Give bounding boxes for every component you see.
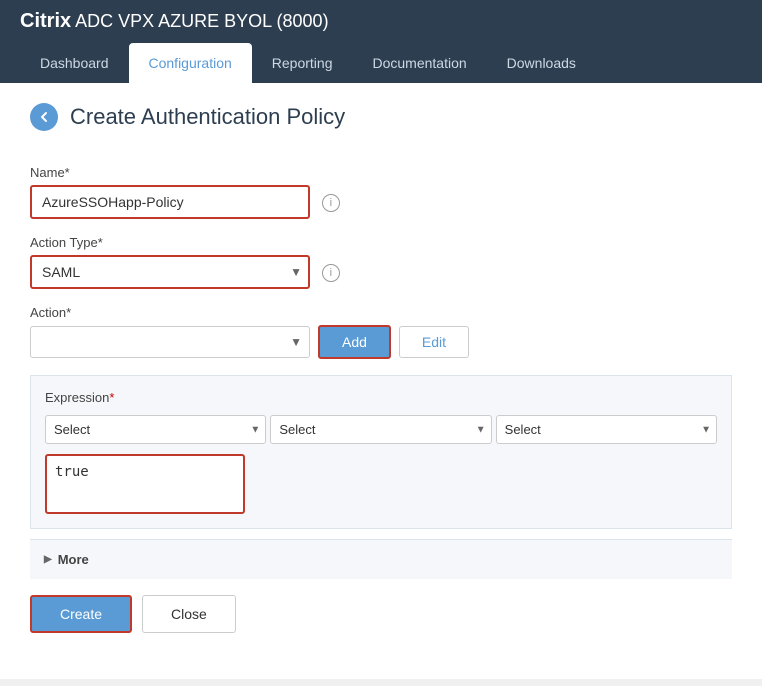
page-content: Create Authentication Policy Name* i Act… [0, 83, 762, 679]
action-type-group: Action Type* SAML LDAP RADIUS Certificat… [30, 235, 732, 289]
name-group: Name* i [30, 165, 732, 219]
form-buttons: Create Close [30, 579, 732, 649]
more-chevron-icon: ▶ [44, 554, 52, 565]
action-type-info-icon[interactable]: i [322, 264, 340, 282]
action-type-select[interactable]: SAML LDAP RADIUS Certificate [30, 255, 310, 289]
name-input[interactable] [30, 185, 310, 219]
expression-select2-wrapper: Select ▼ [270, 415, 491, 444]
action-row: ▼ Add Edit [30, 325, 732, 359]
action-select[interactable] [30, 326, 310, 358]
edit-button[interactable]: Edit [399, 326, 469, 358]
nav-reporting[interactable]: Reporting [252, 43, 353, 83]
create-button[interactable]: Create [30, 595, 132, 633]
nav-configuration[interactable]: Configuration [129, 43, 252, 83]
add-button[interactable]: Add [318, 325, 391, 359]
page-title-row: Create Authentication Policy [30, 103, 732, 131]
expression-textarea[interactable]: true [45, 454, 245, 514]
expression-section: Expression* Select ▼ Select ▼ [30, 375, 732, 529]
expression-select3-wrapper: Select ▼ [496, 415, 717, 444]
expression-dropdowns: Select ▼ Select ▼ Select ▼ [45, 415, 717, 444]
main-nav: Dashboard Configuration Reporting Docume… [0, 43, 762, 83]
name-info-icon[interactable]: i [322, 194, 340, 212]
expression-select1[interactable]: Select [45, 415, 266, 444]
page-title: Create Authentication Policy [70, 104, 345, 130]
expression-select2[interactable]: Select [270, 415, 491, 444]
back-button[interactable] [30, 103, 58, 131]
name-label: Name* [30, 165, 732, 180]
app-title: Citrix ADC VPX AZURE BYOL (8000) [20, 10, 329, 33]
form-section: Name* i Action Type* SAML LDAP RADIUS Ce… [30, 155, 732, 659]
action-label: Action* [30, 305, 732, 320]
action-group: Action* ▼ Add Edit [30, 305, 732, 359]
more-section: ▶ More [30, 539, 732, 579]
expression-select1-wrapper: Select ▼ [45, 415, 266, 444]
nav-downloads[interactable]: Downloads [487, 43, 596, 83]
app-header: Citrix ADC VPX AZURE BYOL (8000) [0, 0, 762, 43]
more-label: More [58, 552, 89, 567]
expression-select3[interactable]: Select [496, 415, 717, 444]
nav-documentation[interactable]: Documentation [352, 43, 486, 83]
brand-name: Citrix [20, 10, 71, 32]
action-type-label: Action Type* [30, 235, 732, 250]
close-button[interactable]: Close [142, 595, 236, 633]
action-select-wrapper: ▼ [30, 326, 310, 358]
action-type-select-wrapper: SAML LDAP RADIUS Certificate ▼ [30, 255, 310, 289]
nav-dashboard[interactable]: Dashboard [20, 43, 129, 83]
expression-label: Expression* [45, 390, 717, 405]
more-toggle[interactable]: ▶ More [30, 540, 732, 579]
app-subtitle: ADC VPX AZURE BYOL (8000) [71, 11, 328, 31]
back-arrow-icon [38, 111, 50, 123]
